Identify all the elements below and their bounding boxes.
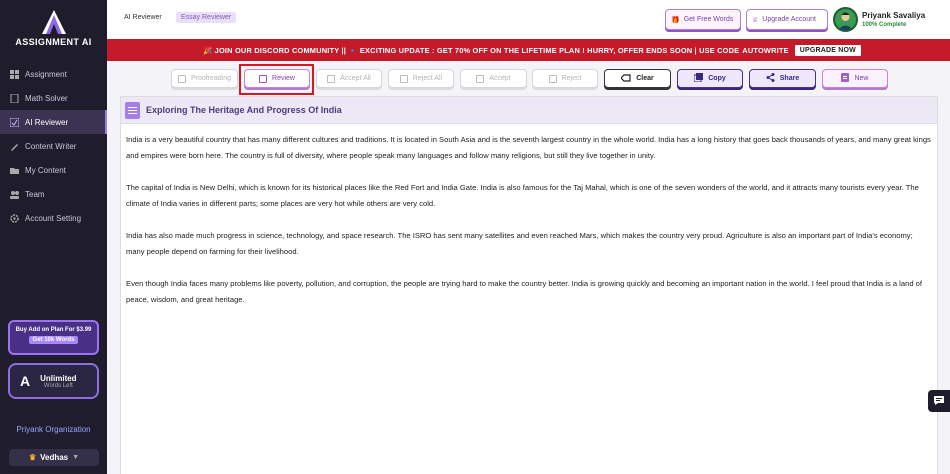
plan-subtitle: Words Left (43, 382, 73, 389)
promo-code: AUTOWRITE (742, 45, 789, 55)
proofreading-label: Proofreading (190, 75, 232, 82)
breadcrumb-current: Essay Reviewer (176, 12, 237, 23)
accept-label: Accept (489, 75, 511, 82)
crown-icon: ♕ (752, 16, 759, 24)
reject-all-label: Reject All (412, 75, 443, 82)
user-name: Priyank Savaliya (862, 11, 926, 20)
gift-icon: 🎁 (671, 16, 680, 24)
addon-plan-card[interactable]: Buy Add on Plan For $3.99 Get 10k Words (8, 320, 99, 355)
profile-completion: 100% Complete (862, 22, 907, 28)
sidebar-item-label: Account Setting (25, 213, 82, 223)
document-panel: Exploring The Heritage And Progress Of I… (120, 96, 938, 474)
sidebar-item-my-content[interactable]: My Content (0, 158, 107, 182)
sidebar-item-ai-reviewer[interactable]: AI Reviewer (0, 110, 107, 134)
accept-button[interactable]: Accept (460, 69, 527, 88)
sidebar-item-label: AI Reviewer (25, 117, 69, 127)
paragraph: India has also made much progress in sci… (126, 231, 913, 256)
reviewer-icon (9, 117, 20, 127)
chat-icon (933, 395, 945, 408)
brand-name: ASSIGNMENT AI (15, 37, 92, 47)
share-icon (766, 73, 775, 84)
accept-icon (476, 74, 485, 83)
crown-icon: ♛ (28, 453, 37, 462)
upgrade-account-button[interactable]: ♕ Upgrade Account (746, 9, 828, 30)
plan-card: A Unlimited Words Left (8, 363, 99, 399)
sidebar-item-label: Assignment (25, 69, 67, 79)
sidebar-item-label: Team (25, 189, 45, 199)
new-button[interactable]: New (822, 69, 888, 88)
upgrade-now-button[interactable]: UPGRADE NOW (794, 44, 861, 56)
chat-button[interactable] (928, 390, 950, 412)
sidebar-item-account-setting[interactable]: Account Setting (0, 206, 107, 230)
highlight-box (239, 64, 314, 95)
organization-name[interactable]: Priyank Organization (0, 425, 107, 434)
sidebar-item-assignment[interactable]: Assignment (0, 62, 107, 86)
sidebar-item-math-solver[interactable]: Math Solver (0, 86, 107, 110)
share-button[interactable]: Share (749, 69, 816, 88)
breadcrumb-parent[interactable]: AI Reviewer (124, 14, 162, 21)
sidebar-item-label: Content Writer (25, 141, 77, 151)
plan-title: Unlimited (40, 373, 77, 383)
calculator-icon (10, 93, 19, 103)
gear-icon (10, 213, 19, 223)
upgrade-label: Upgrade Account (762, 16, 816, 23)
document-icon (125, 101, 140, 119)
sidebar: ASSIGNMENT AI Assignment Math Solver AI … (0, 0, 107, 474)
paragraph: The capital of India is New Delhi, which… (126, 183, 919, 208)
folder-icon (10, 166, 19, 175)
promo-banner: 🎉 JOIN OUR DISCORD COMMUNITY || 🔹 EXCITI… (107, 39, 950, 61)
document-title: Exploring The Heritage And Progress Of I… (146, 105, 342, 115)
sidebar-item-team[interactable]: Team (0, 182, 107, 206)
logo-icon (41, 9, 67, 35)
plan-logo-icon: A (20, 373, 31, 389)
team-icon (10, 190, 19, 199)
clear-button[interactable]: Clear (604, 69, 671, 88)
proofreading-icon (177, 74, 186, 83)
clear-label: Clear (636, 75, 654, 82)
workspace-select[interactable]: ♛ Vedhas ▼ (9, 449, 99, 466)
copy-button[interactable]: Copy (677, 69, 743, 88)
eraser-icon (620, 73, 631, 84)
copy-icon (693, 73, 704, 84)
reject-label: Reject (561, 75, 582, 82)
sidebar-nav: Assignment Math Solver AI Reviewer Conte… (0, 62, 107, 230)
accept-all-label: Accept All (340, 75, 371, 82)
addon-badge[interactable]: Get 10k Words (28, 336, 79, 344)
workspace-name: Vedhas (40, 453, 69, 462)
document-editor[interactable]: India is a very beautiful country that h… (121, 124, 937, 308)
sidebar-item-label: My Content (25, 165, 66, 175)
proofreading-button[interactable]: Proofreading (171, 69, 238, 88)
reject-all-icon (399, 74, 408, 83)
top-header: AI Reviewer Essay Reviewer 🎁 Get Free Wo… (107, 0, 950, 39)
reject-all-button[interactable]: Reject All (388, 69, 454, 88)
get-free-words-button[interactable]: 🎁 Get Free Words (665, 9, 741, 30)
app-logo[interactable]: ASSIGNMENT AI (0, 9, 107, 47)
sidebar-item-content-writer[interactable]: Content Writer (0, 134, 107, 158)
document-header: Exploring The Heritage And Progress Of I… (121, 97, 937, 124)
paragraph: India is a very beautiful country that h… (126, 135, 931, 160)
chevron-down-icon: ▼ (72, 454, 80, 461)
grid-icon (10, 69, 19, 79)
accept-all-button[interactable]: Accept All (316, 69, 382, 88)
sidebar-item-label: Math Solver (25, 93, 68, 103)
accept-all-icon (327, 74, 336, 83)
new-label: New (854, 75, 869, 82)
avatar[interactable] (833, 7, 858, 32)
reject-button[interactable]: Reject (532, 69, 598, 88)
paragraph: Even though India faces many problems li… (126, 279, 922, 304)
free-words-label: Get Free Words (683, 16, 734, 23)
reject-icon (548, 74, 557, 83)
copy-label: Copy (708, 75, 726, 82)
pen-icon (10, 142, 19, 151)
share-label: Share (779, 75, 800, 82)
addon-title: Buy Add on Plan For $3.99 (15, 327, 92, 333)
promo-text: 🎉 JOIN OUR DISCORD COMMUNITY || 🔹 EXCITI… (203, 45, 740, 55)
new-document-icon (841, 73, 850, 84)
